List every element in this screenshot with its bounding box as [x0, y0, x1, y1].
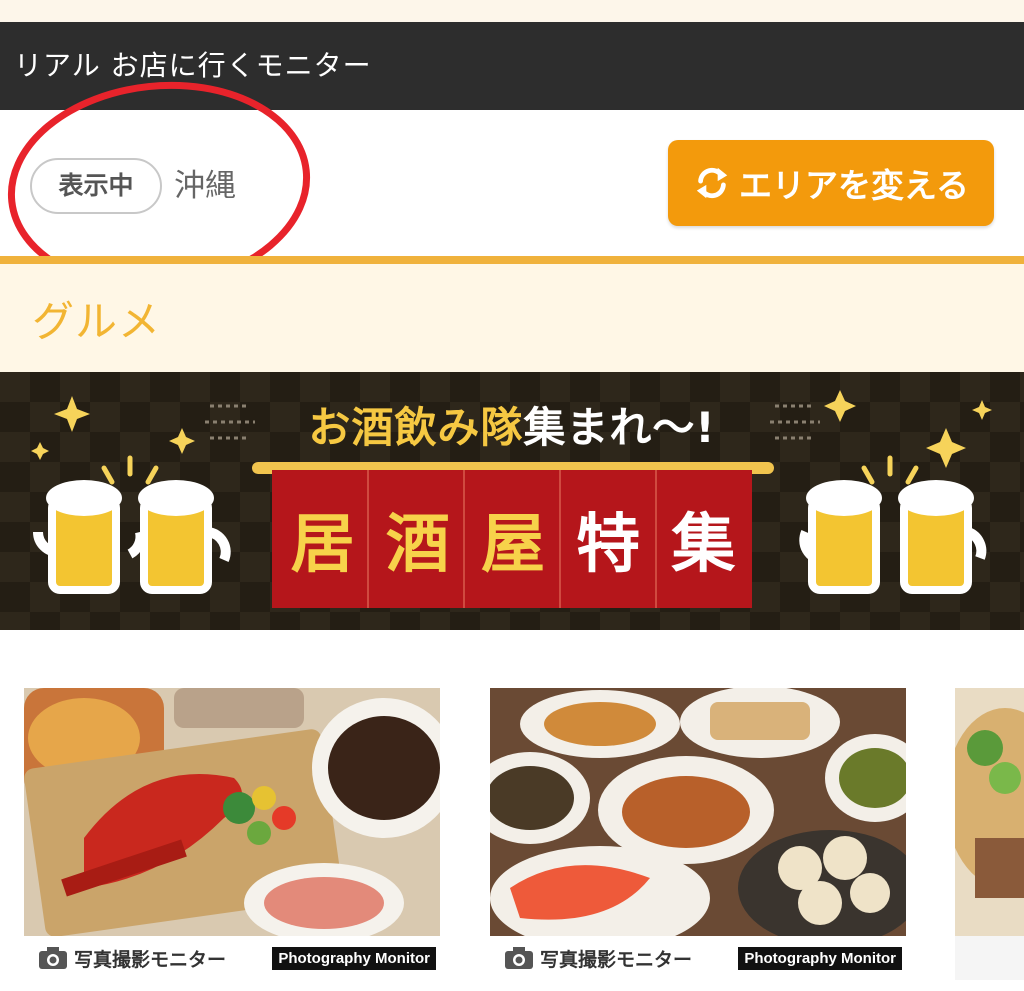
card-footer: 写真撮影モニター Photography Monitor: [24, 936, 440, 980]
shop-card[interactable]: 写真撮影モニター Photography Monitor: [490, 688, 906, 980]
banner-char: 居: [290, 507, 355, 582]
change-area-button[interactable]: エリアを変える: [668, 140, 994, 226]
top-strip: [0, 0, 1024, 22]
card-label: 写真撮影モニター: [74, 948, 227, 971]
banner-subtitle-part1: お酒飲み隊: [308, 403, 524, 452]
change-area-label: エリアを変える: [738, 166, 969, 205]
section-divider: [0, 256, 1024, 264]
shop-card-list: 写真撮影モニター Photography Monitor 写真撮影モニター Ph…: [0, 688, 1024, 991]
banner-char: 集: [671, 507, 736, 582]
shop-card-partial[interactable]: [955, 688, 1024, 980]
card-tag: Photography Monitor: [738, 946, 902, 970]
banner-char: 特: [576, 507, 641, 582]
card-footer: 写真撮影モニター Photography Monitor: [490, 936, 906, 980]
card-label: 写真撮影モニター: [540, 948, 693, 971]
camera-icon: [505, 947, 533, 969]
shop-card[interactable]: 写真撮影モニター Photography Monitor: [24, 688, 440, 980]
section-header: グルメ: [0, 264, 1024, 372]
food-photo: [24, 688, 440, 936]
food-photo: [955, 688, 1024, 936]
card-tag: Photography Monitor: [272, 946, 436, 970]
banner-char: 屋: [480, 507, 545, 582]
banner-char: 酒: [385, 507, 450, 582]
izakaya-feature-banner[interactable]: お酒飲み隊集まれ〜! 居 酒 屋 特 集: [0, 372, 1024, 630]
banner-subtitle-part2: 集まれ〜!: [523, 403, 716, 452]
banner-subtitle: お酒飲み隊集まれ〜!: [0, 394, 1024, 455]
page-title: リアル お店に行くモニター: [14, 49, 372, 82]
food-photo: [490, 688, 906, 936]
banner-main-title: 居 酒 屋 特 集: [275, 484, 751, 594]
section-title: グルメ: [32, 297, 162, 346]
camera-icon: [39, 947, 67, 969]
refresh-icon: [696, 167, 728, 199]
